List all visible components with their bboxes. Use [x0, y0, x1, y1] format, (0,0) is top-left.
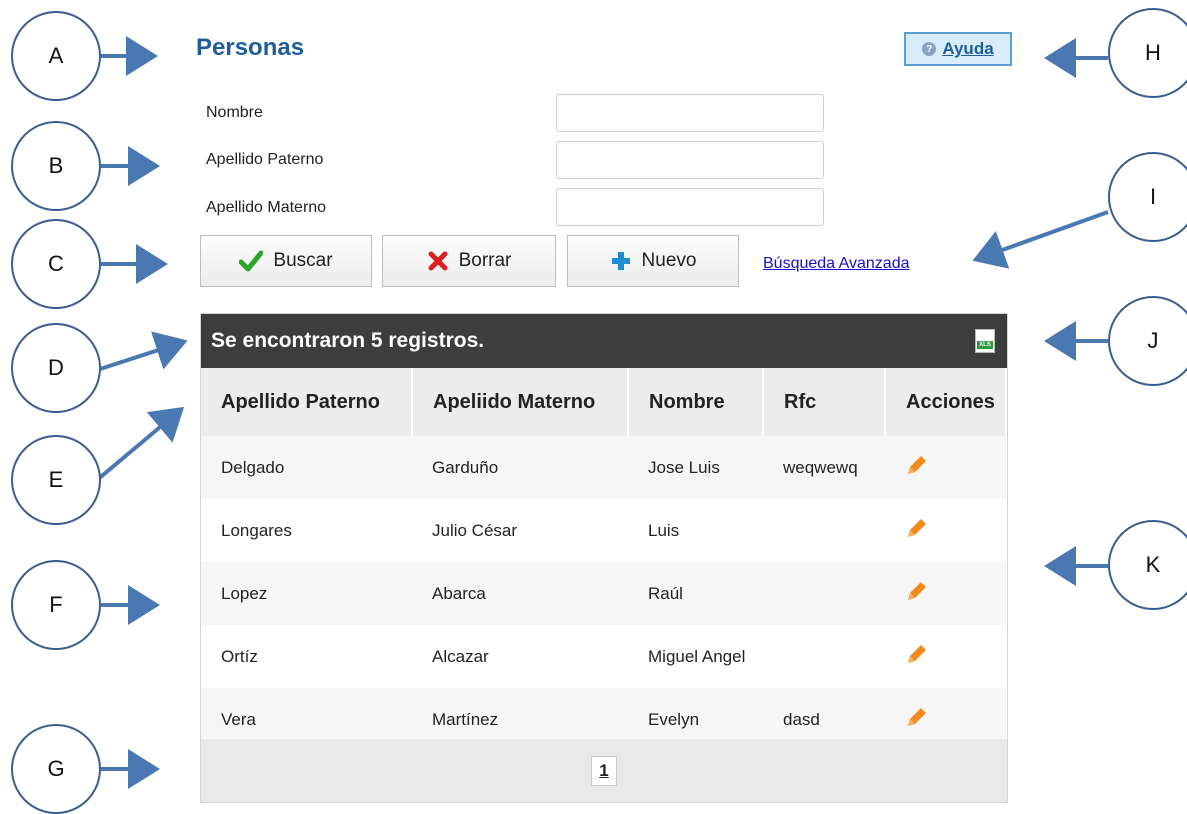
cell: Ortíz	[201, 625, 412, 688]
cell: Julio César	[412, 499, 628, 562]
edit-pencil-icon[interactable]	[905, 705, 929, 729]
table-row: Lopez Abarca Raúl	[201, 562, 1006, 625]
edit-pencil-icon[interactable]	[905, 642, 929, 666]
clear-button-label: Borrar	[458, 250, 512, 271]
column-header: Acciones	[885, 368, 1007, 436]
cell: Luis	[628, 499, 763, 562]
new-button-label: Nuevo	[641, 250, 697, 271]
column-header[interactable]: Apeliido Materno	[412, 368, 629, 436]
callout-j: J	[1108, 296, 1187, 386]
callout-g: G	[11, 724, 101, 814]
results-summary: Se encontraron 5 registros.	[211, 329, 485, 352]
cell	[763, 625, 885, 688]
cell: Raúl	[628, 562, 763, 625]
new-button[interactable]: Nuevo	[567, 235, 739, 287]
callout-d: D	[11, 323, 101, 413]
actions-cell	[885, 562, 1006, 625]
edit-pencil-icon[interactable]	[905, 579, 929, 603]
cell: Jose Luis	[628, 436, 763, 499]
column-header[interactable]: Rfc	[763, 368, 886, 436]
edit-pencil-icon[interactable]	[905, 516, 929, 540]
cell: Lopez	[201, 562, 412, 625]
cross-icon	[428, 251, 448, 271]
page-title: Personas	[196, 34, 305, 61]
help-label: Ayuda	[942, 39, 994, 58]
results-grid: Se encontraron 5 registros. XLS Apellido…	[200, 313, 1008, 803]
edit-pencil-icon[interactable]	[905, 453, 929, 477]
actions-cell	[885, 625, 1006, 688]
cell	[763, 562, 885, 625]
search-button-label: Buscar	[273, 250, 333, 271]
cell: Garduño	[412, 436, 628, 499]
pagination: 1	[201, 739, 1007, 802]
help-button[interactable]: ? Ayuda	[904, 32, 1012, 66]
table-row: Delgado Garduño Jose Luis weqwewq	[201, 436, 1006, 499]
callout-e: E	[11, 435, 101, 525]
actions-cell	[885, 499, 1006, 562]
apellido-materno-label: Apellido Materno	[206, 199, 327, 216]
plus-icon	[611, 252, 630, 270]
actions-cell	[885, 436, 1006, 499]
excel-export-icon[interactable]: XLS	[975, 329, 995, 353]
apellido-materno-input[interactable]	[556, 188, 824, 226]
advanced-search-link[interactable]: Búsqueda Avanzada	[763, 255, 910, 273]
results-table: Apellido Paterno Apeliido Materno Nombre…	[201, 368, 1007, 751]
callout-i: I	[1108, 152, 1187, 242]
callout-k: K	[1108, 520, 1187, 610]
results-header: Se encontraron 5 registros. XLS	[201, 314, 1007, 368]
callout-f: F	[11, 560, 101, 650]
check-icon	[239, 250, 264, 272]
search-button[interactable]: Buscar	[200, 235, 372, 287]
page-number-button[interactable]: 1	[591, 755, 617, 786]
cell: Alcazar	[412, 625, 628, 688]
table-row: Longares Julio César Luis	[201, 499, 1006, 562]
cell: Delgado	[201, 436, 412, 499]
help-icon: ?	[922, 42, 937, 56]
cell: Abarca	[412, 562, 628, 625]
table-row: Ortíz Alcazar Miguel Angel	[201, 625, 1006, 688]
callout-a: A	[11, 11, 101, 101]
column-header[interactable]: Apellido Paterno	[201, 368, 413, 436]
apellido-paterno-input[interactable]	[556, 141, 824, 179]
nombre-label: Nombre	[206, 104, 263, 121]
cell: Longares	[201, 499, 412, 562]
cell: Miguel Angel	[628, 625, 763, 688]
callout-b: B	[11, 121, 101, 211]
nombre-input[interactable]	[556, 94, 824, 132]
apellido-paterno-label: Apellido Paterno	[206, 151, 324, 168]
callout-h: H	[1108, 8, 1187, 98]
cell: weqwewq	[763, 436, 885, 499]
column-header[interactable]: Nombre	[628, 368, 764, 436]
callout-c: C	[11, 219, 101, 309]
clear-button[interactable]: Borrar	[382, 235, 556, 287]
cell	[763, 499, 885, 562]
